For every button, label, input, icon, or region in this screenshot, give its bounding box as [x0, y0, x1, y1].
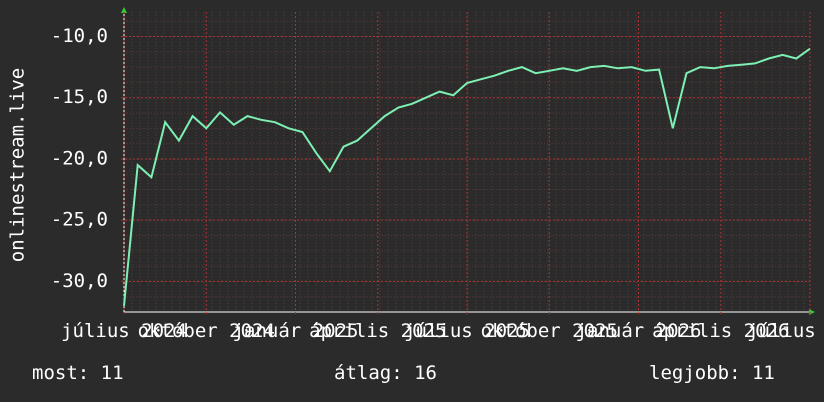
y-tick-label: -20,0 [51, 147, 108, 169]
plot-frame [121, 7, 815, 315]
footer-current: most: 11 [32, 362, 124, 384]
footer-average: átlag: 16 [334, 362, 437, 384]
x-tick-label: július 2026 [747, 320, 824, 342]
line-chart: -30,0-25,0-20,0-15,0-10,0 július 2024okt… [7, 7, 824, 342]
y-axis-label: onlinestream.live [7, 68, 29, 262]
footer-best: legjobb: 11 [649, 362, 775, 384]
y-tick-label: -30,0 [51, 270, 108, 292]
y-tick-label: -15,0 [51, 86, 108, 108]
y-tick-label: -25,0 [51, 209, 108, 231]
y-tick-label: -10,0 [51, 25, 108, 47]
